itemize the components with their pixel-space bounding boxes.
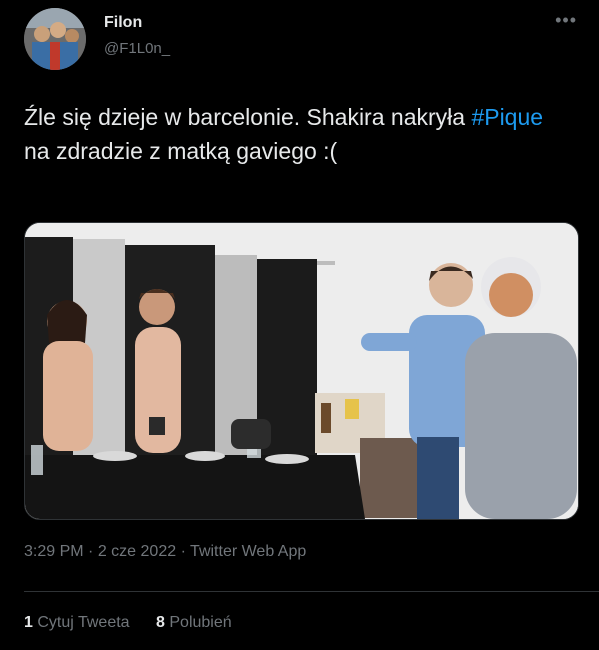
avatar[interactable] xyxy=(24,8,86,70)
tweet-text: Źle się dzieje w barcelonie. Shakira nak… xyxy=(24,100,574,168)
hashtag-link[interactable]: #Pique xyxy=(471,104,543,130)
separator: · xyxy=(180,543,186,560)
quote-label: Cytuj Tweeta xyxy=(37,614,130,631)
separator: · xyxy=(88,543,94,560)
more-icon[interactable]: ••• xyxy=(555,10,577,31)
likes-stat[interactable]: 8 Polubień xyxy=(156,614,232,631)
author-name[interactable]: Filon xyxy=(104,14,142,32)
tweet-date[interactable]: 2 cze 2022 xyxy=(98,543,176,560)
tweet-stats: 1 Cytuj Tweeta 8 Polubień xyxy=(24,614,254,632)
tweet-source[interactable]: Twitter Web App xyxy=(190,543,306,560)
author-handle[interactable]: @F1L0n_ xyxy=(104,40,170,57)
like-count: 8 xyxy=(156,614,165,631)
tweet-time[interactable]: 3:29 PM xyxy=(24,543,84,560)
tweet-meta: 3:29 PM · 2 cze 2022 · Twitter Web App xyxy=(24,543,306,561)
tweet-text-part: na zdradzie z matką gaviego :( xyxy=(24,138,338,164)
quote-tweets-stat[interactable]: 1 Cytuj Tweeta xyxy=(24,614,130,631)
tweet-text-part: Źle się dzieje w barcelonie. Shakira nak… xyxy=(24,104,472,130)
divider xyxy=(24,591,599,592)
tweet-image[interactable] xyxy=(24,222,579,520)
like-label: Polubień xyxy=(169,614,232,631)
photo-illustration xyxy=(25,223,578,519)
quote-count: 1 xyxy=(24,614,33,631)
